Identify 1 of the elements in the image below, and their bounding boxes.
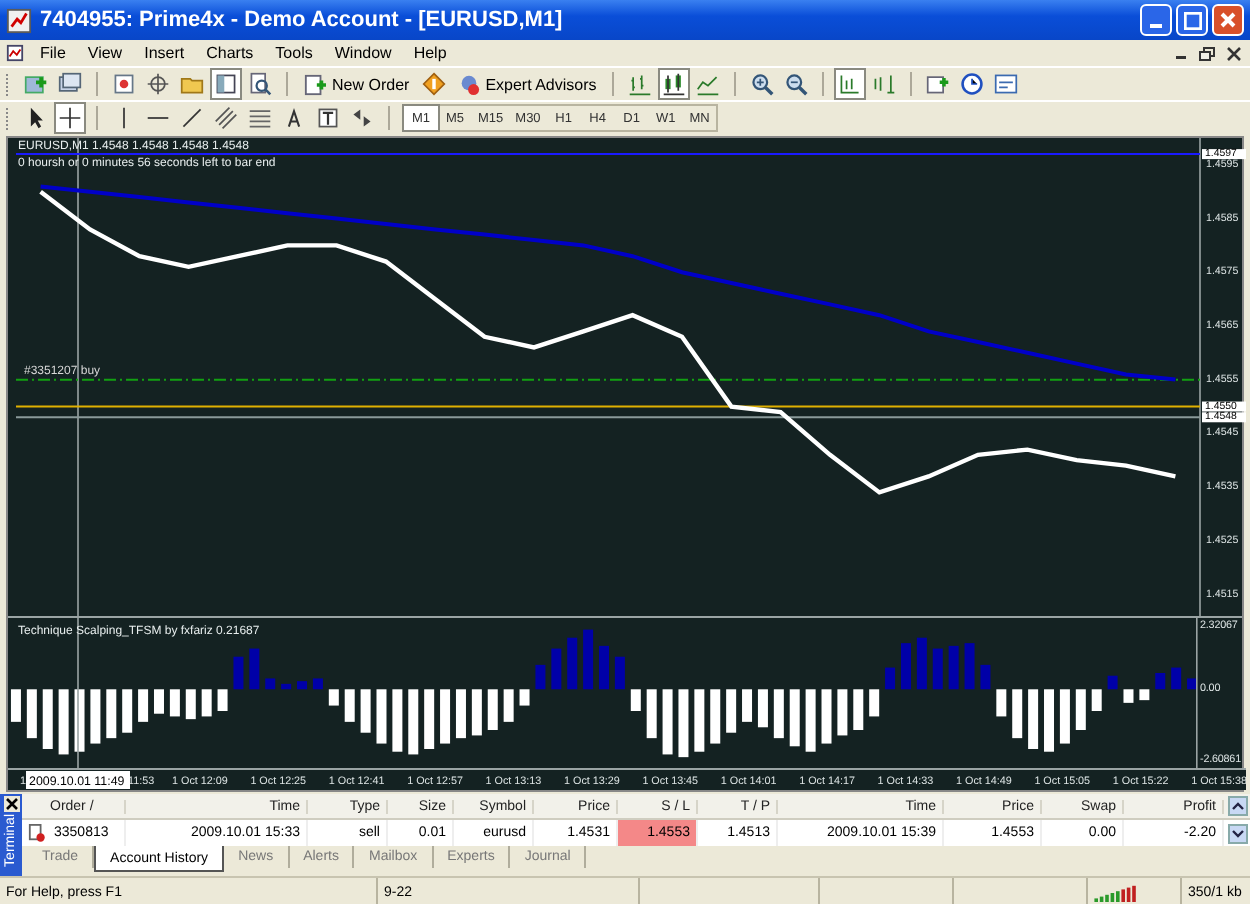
window-title: 7404955: Prime4x - Demo Account - [EURUSD,M1] — [40, 8, 563, 32]
